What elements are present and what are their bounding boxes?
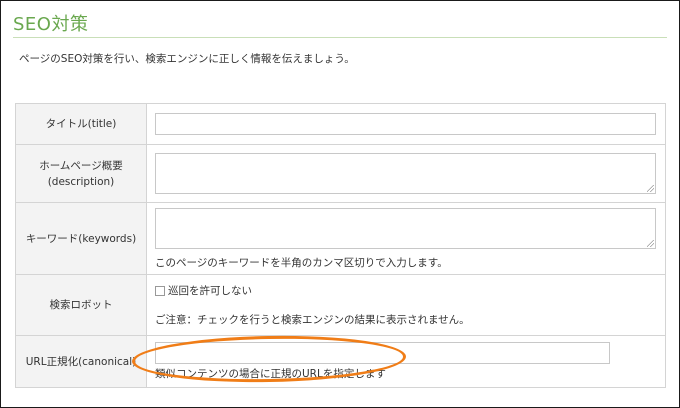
description-label: ホームページ概要 (description)	[15, 144, 147, 203]
description-label-line1: ホームページ概要	[39, 159, 123, 172]
title-label: タイトル(title)	[15, 103, 147, 145]
keywords-textarea[interactable]	[155, 207, 656, 249]
row-keywords: キーワード(keywords) このページのキーワードを半角のカンマ区切りで入力…	[15, 202, 666, 275]
seo-settings-panel: SEO対策 ページのSEO対策を行い、検索エンジンに正しく情報を伝えましょう。 …	[0, 0, 680, 408]
resize-handle-icon[interactable]	[647, 239, 654, 247]
title-divider	[13, 37, 667, 38]
row-title: タイトル(title)	[15, 103, 666, 145]
robot-label: 検索ロボット	[15, 274, 147, 336]
row-description: ホームページ概要 (description)	[15, 144, 666, 203]
robot-checkbox-label[interactable]: 巡回を許可しない	[168, 283, 252, 298]
canonical-label: URL正規化(canonical)	[15, 335, 147, 388]
title-input[interactable]	[155, 113, 656, 135]
keywords-note: このページのキーワードを半角のカンマ区切りで入力します。	[155, 256, 448, 269]
resize-handle-icon[interactable]	[647, 185, 654, 192]
robot-checkbox[interactable]	[155, 285, 165, 296]
section-intro: ページのSEO対策を行い、検索エンジンに正しく情報を伝えましょう。	[19, 53, 355, 65]
section-title: SEO対策	[13, 14, 89, 35]
robot-note: ご注意：チェックを行うと検索エンジンの結果に表示されません。	[155, 314, 470, 326]
row-robot: 検索ロボット 巡回を許可しない ご注意：チェックを行うと検索エンジンの結果に表示…	[15, 274, 666, 336]
keywords-label: キーワード(keywords)	[15, 202, 147, 275]
robot-checkbox-row[interactable]: 巡回を許可しない	[155, 283, 657, 298]
description-label-line2: (description)	[47, 175, 115, 188]
description-textarea[interactable]	[155, 153, 656, 194]
